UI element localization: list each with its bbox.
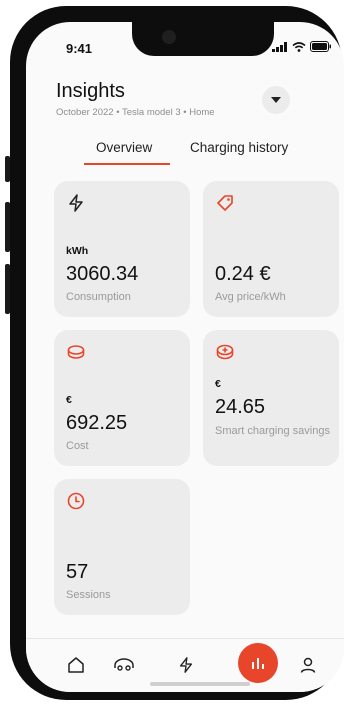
- battery-icon: [310, 41, 331, 52]
- cost-label: Cost: [66, 440, 89, 452]
- sessions-value: 57: [66, 561, 89, 583]
- nav-car[interactable]: [110, 651, 138, 679]
- consumption-label: Consumption: [66, 291, 131, 303]
- nav-home[interactable]: [62, 651, 90, 679]
- clock-icon: [67, 492, 85, 510]
- savings-label: Smart charging savings: [215, 425, 330, 437]
- nav-insights[interactable]: [238, 643, 278, 683]
- avg-price-label: Avg price/kWh: [215, 291, 286, 303]
- savings-value: 24.65: [215, 396, 266, 418]
- volume-up-button: [5, 202, 10, 252]
- cost-unit: €: [66, 394, 72, 406]
- home-icon: [68, 657, 84, 673]
- smart-charging-savings-card[interactable]: € 24.65 Smart charging savings: [203, 330, 339, 466]
- system-icons: [272, 41, 332, 52]
- tab-charging-history[interactable]: Charging history: [190, 140, 288, 155]
- consumption-card[interactable]: kWh 3060.34 Consumption: [54, 181, 190, 317]
- avg-price-value: 0.24 €: [215, 263, 271, 285]
- profile-icon: [300, 657, 316, 673]
- active-tab-indicator: [84, 163, 170, 165]
- consumption-unit: kWh: [66, 245, 89, 257]
- price-tag-icon: [217, 195, 233, 211]
- lightning-icon: [179, 657, 193, 673]
- mute-switch: [5, 156, 10, 182]
- cost-card[interactable]: € 692.25 Cost: [54, 330, 190, 466]
- lightning-icon: [69, 194, 83, 212]
- home-indicator: [150, 682, 250, 686]
- cost-value: 692.25: [66, 412, 128, 434]
- savings-unit: €: [215, 378, 221, 390]
- volume-down-button: [5, 264, 10, 314]
- nav-charging[interactable]: [172, 651, 200, 679]
- car-icon: [114, 658, 134, 671]
- signal-icon: [272, 41, 287, 52]
- bar-chart-icon: [252, 658, 264, 669]
- status-bar: 9:41: [26, 38, 344, 58]
- coins-icon: [67, 345, 85, 359]
- nav-profile[interactable]: [294, 651, 322, 679]
- tab-bar: Overview Charging history: [26, 140, 344, 164]
- app-screen: 9:41 Insights October 2022 • Tesla model…: [26, 22, 344, 692]
- avg-price-card[interactable]: 0.24 € Avg price/kWh: [203, 181, 339, 317]
- page-header: Insights October 2022 • Tesla model 3 • …: [56, 80, 215, 118]
- page-title: Insights: [56, 80, 125, 102]
- wifi-icon: [292, 41, 306, 52]
- consumption-value: 3060.34: [66, 263, 139, 285]
- sessions-label: Sessions: [66, 589, 111, 601]
- chevron-down-icon: [271, 97, 281, 103]
- filter-dropdown-button[interactable]: [262, 86, 290, 114]
- tab-overview[interactable]: Overview: [96, 140, 152, 155]
- coin-plus-icon: [216, 344, 234, 360]
- phone-frame: 9:41 Insights October 2022 • Tesla model…: [5, 6, 344, 700]
- status-time: 9:41: [66, 41, 93, 56]
- sessions-card[interactable]: 57 Sessions: [54, 479, 190, 615]
- page-subtitle: October 2022 • Tesla model 3 • Home: [56, 107, 215, 118]
